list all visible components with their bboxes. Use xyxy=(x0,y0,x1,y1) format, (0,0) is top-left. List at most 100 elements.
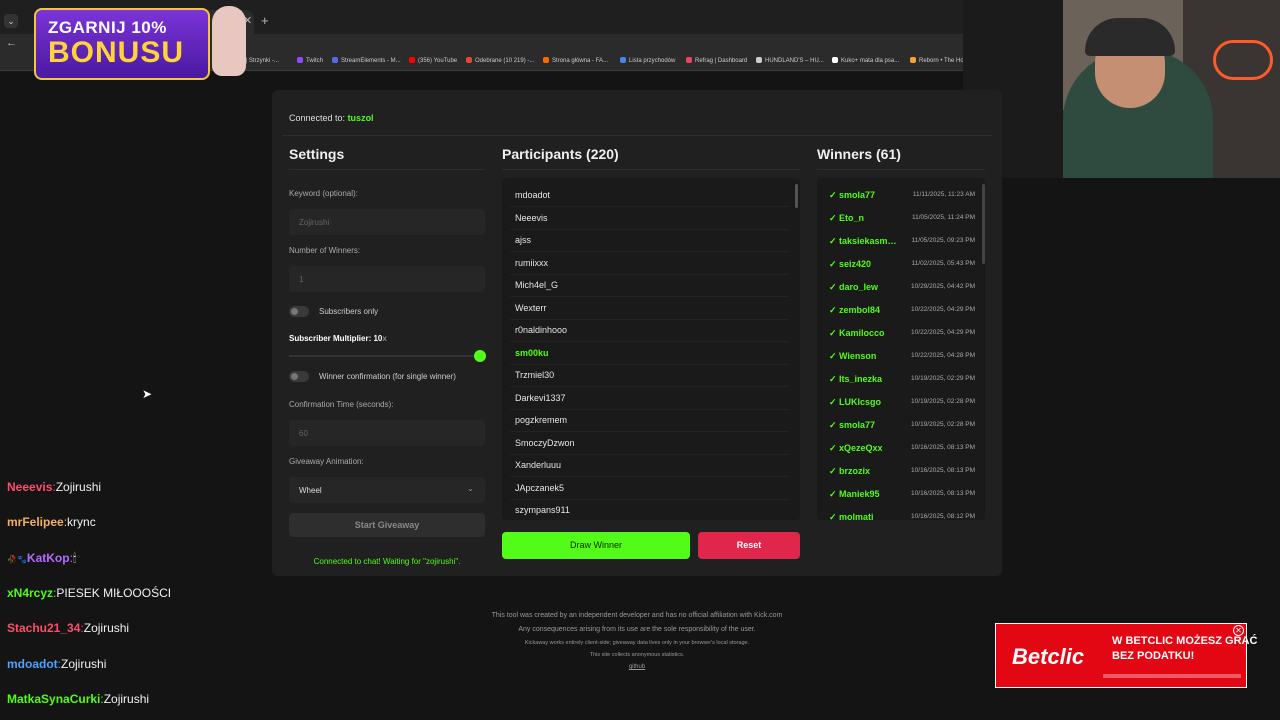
keyword-label: Keyword (optional): xyxy=(289,189,358,198)
chat-message: 🥀🐾KatKop:🕯 xyxy=(7,551,76,566)
winner-name: smola77 xyxy=(839,420,876,430)
chat-status-text: Connected to chat! Waiting for "zojirush… xyxy=(313,557,461,566)
settings-title: Settings xyxy=(289,146,345,162)
winner-item: ✓ brzozix 10/16/2025, 08:13 PM xyxy=(829,466,979,478)
winner-date: 10/16/2025, 08:13 PM xyxy=(911,444,975,451)
participant-item: Mich4el_G xyxy=(515,280,559,290)
chat-text: Zojirushi xyxy=(55,480,102,494)
chat-message: mdoadot:Zojirushi xyxy=(7,657,106,671)
winners-divider xyxy=(817,169,985,170)
chat-username: mdoadot xyxy=(7,656,58,671)
betclic-logo: Betclic xyxy=(1012,644,1085,669)
participant-item: SmoczyDzwon xyxy=(515,437,575,448)
tab-search-icon[interactable]: ⌄ xyxy=(4,14,18,28)
draw-winner-button[interactable]: Draw Winner xyxy=(502,532,690,559)
winner-item: ✓taksiekasmakuje 11/05/2025, 09:23 PM xyxy=(829,236,979,248)
checkmark-icon: ✓ xyxy=(829,305,837,315)
neon-sign-shape xyxy=(1213,40,1273,80)
participant-separator xyxy=(510,251,788,252)
winner-confirmation-toggle[interactable] xyxy=(289,371,309,382)
participant-separator xyxy=(510,296,788,297)
header-divider xyxy=(282,135,992,136)
chat-text: 🕯 xyxy=(72,550,77,565)
bookmark-item[interactable]: HUNDLAND'S – HU... xyxy=(756,57,824,64)
participants-scrollbar[interactable] xyxy=(795,184,798,208)
multiplier-slider-track[interactable] xyxy=(289,355,479,357)
back-arrow-icon[interactable]: ← xyxy=(6,37,17,49)
bookmark-item[interactable]: Kuko+ mata dla psa... xyxy=(832,57,899,64)
bookmark-item[interactable]: (356) YouTube xyxy=(409,57,457,64)
winner-date: 10/22/2025, 04:29 PM xyxy=(911,329,975,336)
checkmark-icon: ✓ xyxy=(829,443,837,453)
winner-date: 11/05/2025, 11:24 PM xyxy=(911,214,975,221)
reset-button[interactable]: Reset xyxy=(698,532,800,559)
winner-date: 10/16/2025, 08:12 PM xyxy=(911,513,975,520)
betclic-fine-print xyxy=(1103,674,1241,678)
winner-name: Wienson xyxy=(839,351,877,361)
footer-storage-note: Kickaway works entirely client-side; giv… xyxy=(524,640,750,646)
bookmark-label: Strona główna - FA... xyxy=(552,58,609,64)
github-link[interactable]: github xyxy=(437,664,837,670)
new-tab-icon[interactable]: + xyxy=(261,13,269,28)
bookmark-favicon-icon xyxy=(620,57,626,63)
footer-responsibility: Any consequences arising from its use ar… xyxy=(518,626,756,633)
winner-item: ✓ zembol84 10/22/2025, 04:29 PM xyxy=(829,305,979,317)
participant-item: Trzmiel30 xyxy=(515,370,555,380)
bookmark-favicon-icon xyxy=(409,57,415,63)
participant-separator xyxy=(510,498,788,500)
winner-name: Kamilocco xyxy=(839,328,885,338)
bookmark-label: (356) YouTube xyxy=(418,58,458,64)
connection-status: Connected to: tuszol xyxy=(289,113,374,123)
winners-count-label: Number of Winners: xyxy=(289,246,361,255)
participants-list[interactable]: mdoadot Neeevis ajss rumiixxx Mich4el_G Wexte… xyxy=(502,178,800,520)
winner-date: 10/19/2025, 02:28 PM xyxy=(911,398,975,405)
chevron-down-icon: ⌄ xyxy=(467,484,474,493)
winner-item: ✓ xQezeQxx 10/16/2025, 08:13 PM xyxy=(829,443,979,455)
participant-separator xyxy=(510,408,788,410)
bookmark-label: Refrag | Dashboard xyxy=(695,58,748,64)
checkmark-icon: ✓ xyxy=(829,466,837,476)
participant-separator xyxy=(510,453,788,455)
winners-scrollbar[interactable] xyxy=(982,184,985,264)
bookmark-label: Lista przychodów xyxy=(629,58,676,64)
bookmark-item[interactable]: Reborn • The Ho xyxy=(910,57,964,64)
winners-list[interactable]: ✓ smola77 11/11/2025, 11:23 AM ✓ Eto_n 11/05/… xyxy=(817,178,985,520)
winner-name: zembol84 xyxy=(839,305,881,315)
winner-name: seiz420 xyxy=(839,259,872,269)
participant-separator xyxy=(510,431,788,432)
participant-item: sm00ku xyxy=(515,347,549,358)
participants-title: Participants (220) xyxy=(502,146,619,162)
bookmark-label: HUNDLAND'S – HU... xyxy=(765,58,824,64)
bookmark-item[interactable]: StreamElements - M... xyxy=(332,57,401,64)
winner-name: brzozix xyxy=(839,466,871,476)
bookmark-item[interactable]: Strona główna - FA... xyxy=(543,57,608,64)
animation-select[interactable]: Wheel xyxy=(289,477,485,503)
multiplier-slider-knob[interactable] xyxy=(474,350,486,362)
winners-count-input[interactable]: 1 xyxy=(289,266,485,292)
keyword-input[interactable]: Zojirushi xyxy=(289,209,485,235)
footer-disclaimer: This tool was created by an independent … xyxy=(491,612,783,619)
start-giveaway-button[interactable]: Start Giveaway xyxy=(289,513,485,537)
subscribers-only-toggle[interactable] xyxy=(289,306,309,317)
bookmark-item[interactable]: Odebrane (10 219) -... xyxy=(466,57,534,64)
connected-label: Connected to: xyxy=(289,113,346,123)
bookmark-label: Twitch xyxy=(306,58,324,64)
winner-item: ✓ Its_inezka 10/19/2025, 02:29 PM xyxy=(829,374,979,386)
chat-username: KatKop xyxy=(26,550,70,565)
participant-separator xyxy=(510,341,788,342)
close-icon[interactable]: ✕ xyxy=(1233,625,1244,636)
multiplier-unit: x xyxy=(382,334,387,343)
bookmark-item[interactable]: Lista przychodów xyxy=(620,57,675,64)
bookmark-item[interactable]: Refrag | Dashboard xyxy=(686,57,747,64)
checkmark-icon: ✓ xyxy=(829,374,837,384)
winner-date: 11/11/2025, 11:23 AM xyxy=(912,191,975,198)
participant-item: Neeevis xyxy=(515,212,548,223)
winner-item: ✓ molmati 10/16/2025, 08:12 PM xyxy=(829,512,979,520)
bookmark-favicon-icon xyxy=(332,57,338,63)
bookmark-label: Reborn • The Ho xyxy=(919,58,964,64)
bookmark-label: Odebrane (10 219) -... xyxy=(475,58,535,64)
confirmation-time-input[interactable]: 60 xyxy=(289,420,485,446)
chat-text: Zojirushi xyxy=(83,621,130,636)
bookmark-item[interactable]: Twitch xyxy=(297,57,323,64)
participant-separator xyxy=(510,363,788,365)
